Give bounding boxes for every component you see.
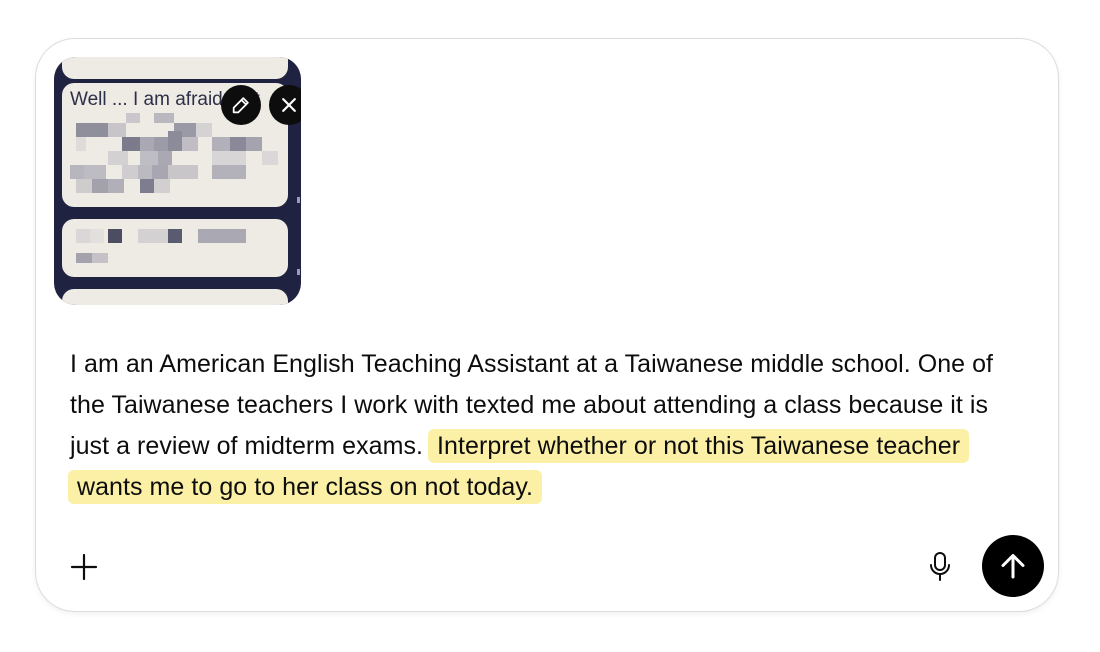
remove-attachment-button[interactable] — [269, 85, 301, 125]
send-button[interactable] — [982, 535, 1044, 597]
microphone-icon — [930, 552, 950, 581]
pencil-icon — [232, 97, 249, 114]
message-timestamp — [297, 197, 300, 203]
attachment-thumbnail[interactable]: Well ... I am afraid that — [54, 57, 301, 305]
chat-bubble — [62, 57, 288, 79]
arrow-up-icon — [1001, 554, 1025, 579]
edit-attachment-button[interactable] — [221, 85, 261, 125]
message-timestamp — [297, 269, 300, 275]
prompt-input[interactable]: I am an American English Teaching Assist… — [68, 344, 1030, 508]
chat-bubble — [62, 289, 288, 305]
add-attachment-button[interactable] — [66, 549, 102, 585]
message-composer: Well ... I am afraid that I am an Americ… — [35, 38, 1059, 612]
chat-bubble — [62, 219, 288, 277]
close-icon — [282, 98, 296, 112]
plus-icon — [70, 553, 98, 581]
voice-input-button[interactable] — [922, 547, 958, 587]
